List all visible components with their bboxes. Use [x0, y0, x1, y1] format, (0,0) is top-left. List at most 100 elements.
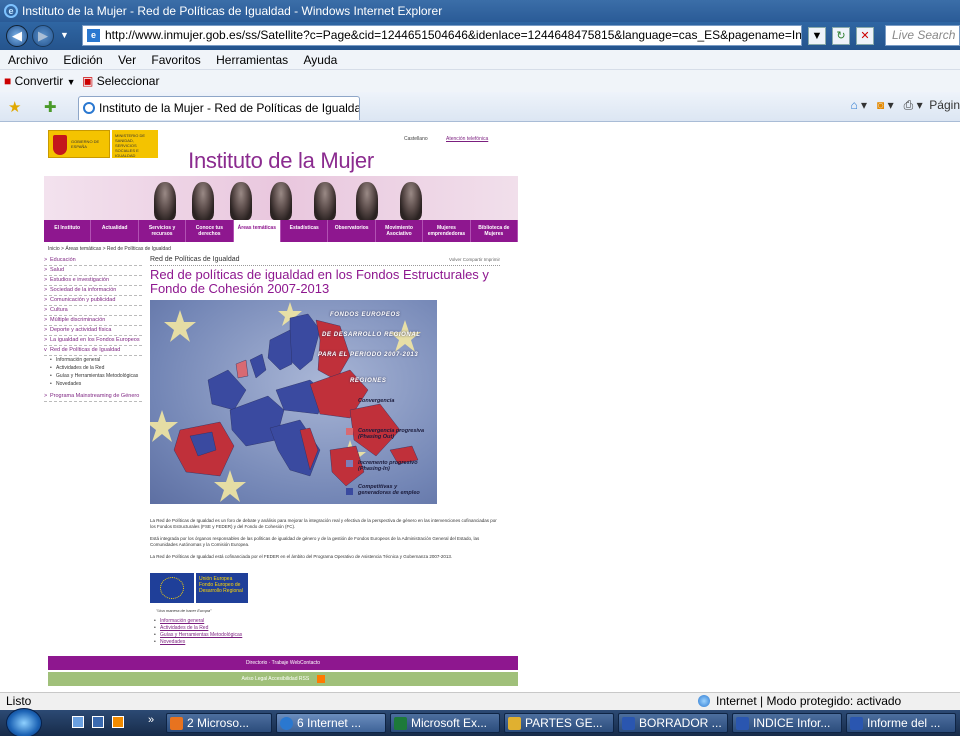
- sidebar-item[interactable]: Estudios e investigación: [44, 276, 142, 286]
- stop-icon[interactable]: ✕: [856, 27, 874, 45]
- menu-bar: Archivo Edición Ver Favoritos Herramient…: [0, 50, 960, 70]
- refresh-icon[interactable]: ↻: [832, 27, 850, 45]
- favorites-star-icon[interactable]: ★: [8, 98, 21, 116]
- site-footer-legal: Aviso Legal Accesibilidad RSS: [48, 672, 518, 686]
- sidebar-subitem[interactable]: Guías y Herramientas Metodológicas: [44, 372, 142, 380]
- sidebar-item[interactable]: Cultura: [44, 306, 142, 316]
- section-label: Red de Políticas de Igualdad: [150, 256, 240, 263]
- sidebar-item[interactable]: Salud: [44, 266, 142, 276]
- breadcrumb[interactable]: Inicio > Áreas temáticas > Red de Políti…: [48, 246, 171, 252]
- eu-caption: "Una manera de hacer Europa": [156, 608, 212, 613]
- home-icon[interactable]: ⌂: [850, 98, 857, 112]
- sidebar-item[interactable]: Comunicación y publicidad: [44, 296, 142, 306]
- taskbar-button[interactable]: 2 Microso...: [166, 713, 272, 733]
- nav-item[interactable]: Movimiento Asociativo: [376, 220, 424, 242]
- language-select[interactable]: Castellano: [404, 136, 428, 142]
- search-input[interactable]: Live Search: [885, 25, 960, 46]
- menu-herramientas[interactable]: Herramientas: [216, 53, 288, 67]
- nav-item[interactable]: Servicios y recursos: [139, 220, 187, 242]
- link-item[interactable]: Actividades de la Red: [154, 625, 242, 632]
- link-item[interactable]: Guías y Herramientas Metodológicas: [154, 632, 242, 639]
- taskbar-button[interactable]: Informe del ...: [846, 713, 956, 733]
- status-bar: Listo Internet | Modo protegido: activad…: [0, 692, 960, 710]
- portraits-banner: [44, 176, 518, 220]
- security-zone[interactable]: Internet | Modo protegido: activado: [716, 693, 901, 710]
- page-menu[interactable]: Págin: [929, 98, 960, 112]
- site-footer-nav[interactable]: Directorio · Trabaje WebContacto: [48, 656, 518, 670]
- portrait-image: [230, 182, 252, 220]
- menu-ver[interactable]: Ver: [118, 53, 136, 67]
- sidebar-item[interactable]: Deporte y actividad física: [44, 326, 142, 336]
- website: GOBIERNO DE ESPAÑA MINISTERIO DE SANIDAD…: [44, 122, 519, 692]
- convert-button[interactable]: Convertir: [15, 74, 64, 88]
- sidebar-subitem[interactable]: Actividades de la Red: [44, 364, 142, 372]
- eu-flag-icon: [150, 573, 194, 603]
- footer-legal-links[interactable]: Aviso Legal Accesibilidad RSS: [241, 676, 309, 682]
- back-button[interactable]: ◀: [6, 25, 28, 47]
- select-button[interactable]: Seleccionar: [97, 74, 160, 88]
- sidebar-item[interactable]: La igualdad en los Fondos Europeos: [44, 336, 142, 346]
- browser-viewport: GOBIERNO DE ESPAÑA MINISTERIO DE SANIDAD…: [0, 122, 960, 692]
- nav-item-active[interactable]: Áreas temáticas: [233, 220, 282, 242]
- taskbar-button[interactable]: 6 Internet ...: [276, 713, 386, 733]
- paragraph: La Red de Políticas de Igualdad está cof…: [150, 554, 453, 559]
- portrait-image: [356, 182, 378, 220]
- map-title-2: DE DESARROLLO REGIONAL: [322, 332, 421, 338]
- feeds-icon[interactable]: ◙: [877, 98, 884, 112]
- history-dropdown-icon[interactable]: ▼: [60, 30, 69, 40]
- taskbar-button[interactable]: BORRADOR ...: [618, 713, 728, 733]
- taskbar-button[interactable]: Microsoft Ex...: [390, 713, 500, 733]
- select-icon: ▣: [82, 74, 94, 88]
- convert-dropdown-icon[interactable]: ▼: [67, 77, 78, 87]
- site-title[interactable]: Instituto de la Mujer: [44, 148, 518, 174]
- page-toolbar: ⌂ ▾ ◙ ▾ ⎙ ▾ Págin: [850, 98, 960, 112]
- start-button[interactable]: [6, 708, 42, 736]
- taskbar-button[interactable]: INDICE Infor...: [732, 713, 842, 733]
- ie-logo-icon: e: [4, 4, 18, 18]
- print-icon[interactable]: ⎙: [904, 98, 914, 112]
- address-bar[interactable]: e http://www.inmujer.gob.es/ss/Satellite…: [82, 25, 802, 46]
- nav-item[interactable]: Estadísticas: [281, 220, 329, 242]
- quicklaunch-media-icon[interactable]: [112, 716, 124, 728]
- page-tools[interactable]: Volver Compartir Imprimir: [449, 257, 500, 262]
- link-item[interactable]: Novedades: [154, 639, 242, 646]
- quicklaunch-ie-icon[interactable]: [92, 716, 104, 728]
- taskbar-button[interactable]: PARTES GE...: [504, 713, 614, 733]
- address-url: http://www.inmujer.gob.es/ss/Satellite?c…: [105, 28, 802, 42]
- menu-favoritos[interactable]: Favoritos: [151, 53, 200, 67]
- link-list: Información general Actividades de la Re…: [154, 618, 242, 646]
- nav-item[interactable]: Actualidad: [91, 220, 139, 242]
- nav-item[interactable]: Biblioteca de Mujeres: [471, 220, 519, 242]
- europe-map-image: FONDOS EUROPEOS DE DESARROLLO REGIONAL P…: [150, 300, 437, 504]
- menu-edicion[interactable]: Edición: [63, 53, 102, 67]
- menu-archivo[interactable]: Archivo: [8, 53, 48, 67]
- rss-icon[interactable]: [316, 674, 325, 683]
- status-text: Listo: [6, 694, 32, 708]
- nav-item[interactable]: Mujeres emprendedoras: [423, 220, 471, 242]
- legend-swatch: [346, 398, 353, 405]
- show-desktop-icon[interactable]: [72, 716, 84, 728]
- sidebar-subitem[interactable]: Información general: [44, 356, 142, 364]
- address-dropdown-icon[interactable]: ▼: [808, 27, 826, 45]
- menu-ayuda[interactable]: Ayuda: [304, 53, 338, 67]
- add-favorites-icon[interactable]: ✚: [44, 98, 57, 116]
- link-item[interactable]: Información general: [154, 618, 242, 625]
- phone-link[interactable]: Atención telefónica: [446, 136, 488, 142]
- sidebar-subitem[interactable]: Novedades: [44, 380, 142, 388]
- sidebar-item-active[interactable]: Red de Políticas de Igualdad: [44, 346, 142, 356]
- quicklaunch-overflow-icon[interactable]: »: [148, 714, 154, 726]
- paragraph: La Red de Políticas de Igualdad es un fo…: [150, 518, 497, 529]
- nav-item[interactable]: El Instituto: [44, 220, 92, 242]
- sidebar-item[interactable]: Educación: [44, 256, 142, 266]
- forward-button[interactable]: ▶: [32, 25, 54, 47]
- sidebar-item[interactable]: Programa Mainstreaming de Género: [44, 392, 142, 402]
- sidebar-item[interactable]: Sociedad de la información: [44, 286, 142, 296]
- paragraph: Está integrada por los órganos responsab…: [150, 536, 480, 547]
- tab-ie-icon: [83, 102, 95, 114]
- nav-item[interactable]: Observatorios: [328, 220, 376, 242]
- address-row: ◀ ▶ ▼ e http://www.inmujer.gob.es/ss/Sat…: [0, 22, 960, 50]
- nav-item[interactable]: Conoce tus derechos: [186, 220, 234, 242]
- tab-current[interactable]: Instituto de la Mujer - Red de Políticas…: [78, 96, 360, 120]
- sidebar-item[interactable]: Múltiple discriminación: [44, 316, 142, 326]
- legend-label: Convergencia: [358, 398, 395, 404]
